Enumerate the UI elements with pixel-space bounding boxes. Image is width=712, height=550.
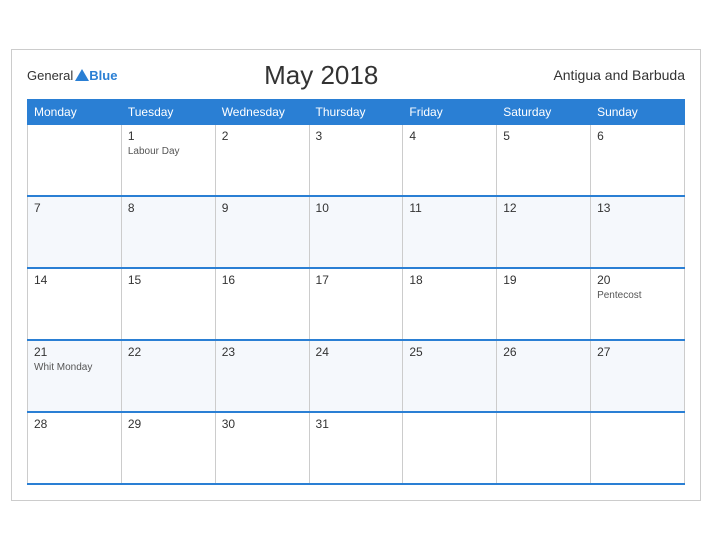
calendar-cell: 15 <box>121 268 215 340</box>
logo: General Blue <box>27 66 117 84</box>
day-number: 9 <box>222 201 303 215</box>
day-number: 23 <box>222 345 303 359</box>
day-number: 13 <box>597 201 678 215</box>
day-number: 17 <box>316 273 397 287</box>
weekday-header-tuesday: Tuesday <box>121 99 215 124</box>
calendar-container: General Blue May 2018 Antigua and Barbud… <box>11 49 701 502</box>
calendar-cell <box>403 412 497 484</box>
day-number: 29 <box>128 417 209 431</box>
holiday-name: Pentecost <box>597 289 678 302</box>
calendar-cell: 2 <box>215 124 309 196</box>
logo-general-text: General <box>27 69 73 82</box>
logo-blue-text: Blue <box>89 69 117 82</box>
calendar-cell <box>28 124 122 196</box>
day-number: 2 <box>222 129 303 143</box>
calendar-cell: 13 <box>591 196 685 268</box>
day-number: 21 <box>34 345 115 359</box>
day-number: 24 <box>316 345 397 359</box>
week-row-5: 28 29 30 31 <box>28 412 685 484</box>
day-number: 22 <box>128 345 209 359</box>
logo-triangle-icon <box>75 69 89 81</box>
calendar-cell: 12 <box>497 196 591 268</box>
calendar-cell <box>497 412 591 484</box>
calendar-cell: 24 <box>309 340 403 412</box>
calendar-cell: 19 <box>497 268 591 340</box>
calendar-cell: 21 Whit Monday <box>28 340 122 412</box>
weekday-header-saturday: Saturday <box>497 99 591 124</box>
week-row-1: 1 Labour Day 23456 <box>28 124 685 196</box>
calendar-cell: 7 <box>28 196 122 268</box>
country-name: Antigua and Barbuda <box>525 67 685 83</box>
calendar-cell: 18 <box>403 268 497 340</box>
week-row-2: 789 10 11 12 13 <box>28 196 685 268</box>
calendar-cell: 20 Pentecost <box>591 268 685 340</box>
calendar-cell <box>591 412 685 484</box>
calendar-cell: 8 <box>121 196 215 268</box>
calendar-cell: 22 <box>121 340 215 412</box>
calendar-cell: 3 <box>309 124 403 196</box>
calendar-cell: 16 <box>215 268 309 340</box>
calendar-cell: 31 <box>309 412 403 484</box>
day-number: 14 <box>34 273 115 287</box>
day-number: 8 <box>128 201 209 215</box>
holiday-name: Labour Day <box>128 145 209 158</box>
day-number: 12 <box>503 201 584 215</box>
day-number: 6 <box>597 129 678 143</box>
calendar-cell: 30 <box>215 412 309 484</box>
day-number: 26 <box>503 345 584 359</box>
day-number: 15 <box>128 273 209 287</box>
calendar-cell: 1 Labour Day <box>121 124 215 196</box>
day-number: 1 <box>128 129 209 143</box>
day-number: 18 <box>409 273 490 287</box>
day-number: 27 <box>597 345 678 359</box>
day-number: 20 <box>597 273 678 287</box>
day-number: 4 <box>409 129 490 143</box>
calendar-cell: 9 <box>215 196 309 268</box>
day-number: 11 <box>409 201 490 215</box>
calendar-cell: 28 <box>28 412 122 484</box>
calendar-cell: 4 <box>403 124 497 196</box>
day-number: 31 <box>316 417 397 431</box>
calendar-table: MondayTuesdayWednesdayThursdayFridaySatu… <box>27 99 685 486</box>
calendar-cell: 26 <box>497 340 591 412</box>
weekday-header-thursday: Thursday <box>309 99 403 124</box>
day-number: 19 <box>503 273 584 287</box>
calendar-cell: 6 <box>591 124 685 196</box>
calendar-cell: 25 <box>403 340 497 412</box>
calendar-cell: 5 <box>497 124 591 196</box>
day-number: 28 <box>34 417 115 431</box>
day-number: 30 <box>222 417 303 431</box>
calendar-cell: 10 <box>309 196 403 268</box>
weekday-header-sunday: Sunday <box>591 99 685 124</box>
week-row-3: 14 15 16 17 18 19 20 Pentecost <box>28 268 685 340</box>
calendar-cell: 29 <box>121 412 215 484</box>
calendar-cell: 27 <box>591 340 685 412</box>
weekday-header-wednesday: Wednesday <box>215 99 309 124</box>
calendar-cell: 11 <box>403 196 497 268</box>
calendar-header: General Blue May 2018 Antigua and Barbud… <box>27 60 685 91</box>
weekday-header-row: MondayTuesdayWednesdayThursdayFridaySatu… <box>28 99 685 124</box>
weekday-header-friday: Friday <box>403 99 497 124</box>
weekday-header-monday: Monday <box>28 99 122 124</box>
calendar-cell: 23 <box>215 340 309 412</box>
calendar-cell: 14 <box>28 268 122 340</box>
day-number: 10 <box>316 201 397 215</box>
week-row-4: 21 Whit Monday 22 23 24 25 26 27 <box>28 340 685 412</box>
day-number: 7 <box>34 201 115 215</box>
day-number: 3 <box>316 129 397 143</box>
holiday-name: Whit Monday <box>34 361 115 374</box>
day-number: 5 <box>503 129 584 143</box>
calendar-cell: 17 <box>309 268 403 340</box>
day-number: 25 <box>409 345 490 359</box>
day-number: 16 <box>222 273 303 287</box>
calendar-title: May 2018 <box>117 60 525 91</box>
